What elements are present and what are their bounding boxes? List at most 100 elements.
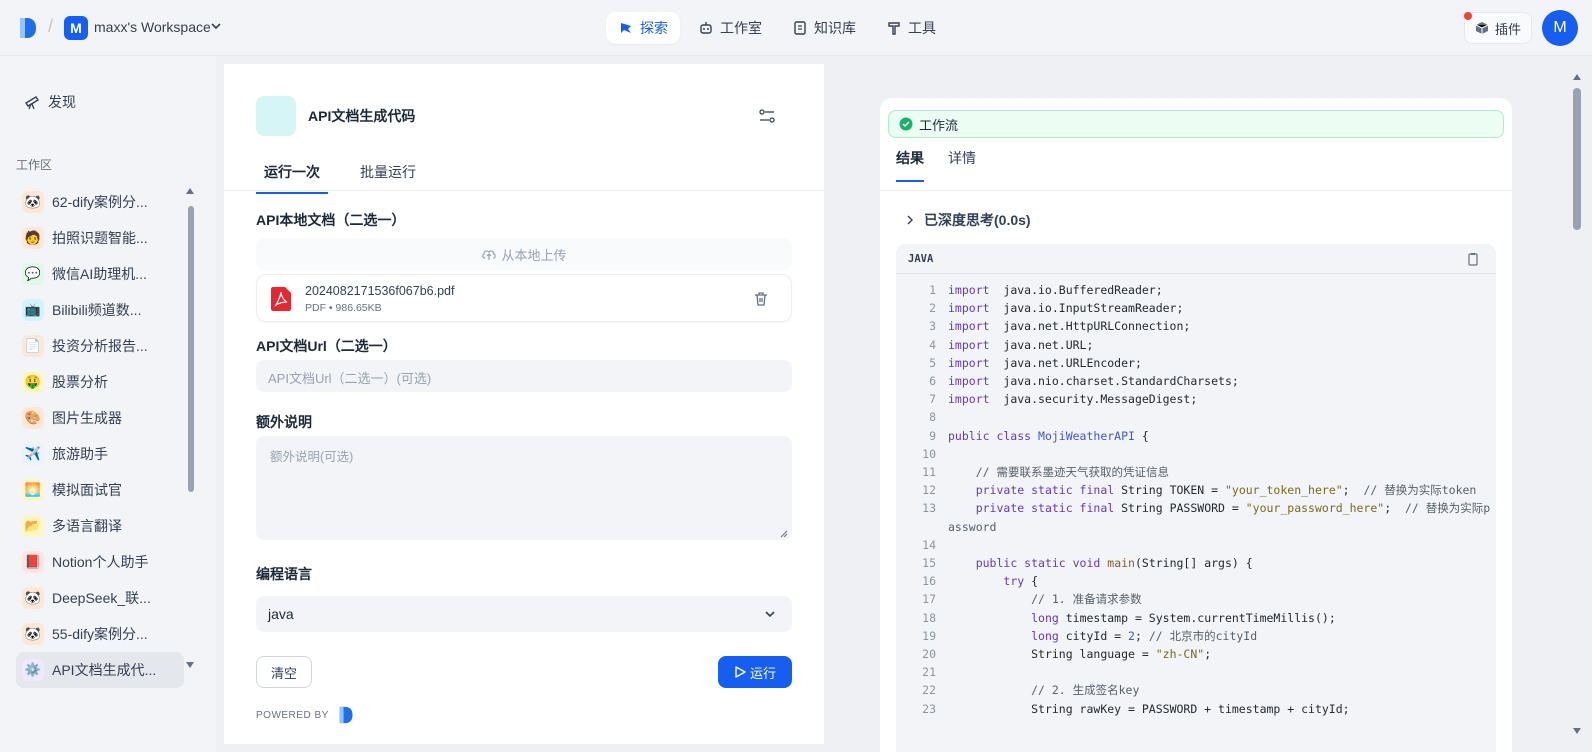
main-scrollbar[interactable] (1573, 88, 1581, 230)
code-token: public class (948, 428, 1039, 443)
app-label: 微信AI助理机... (52, 266, 147, 282)
code-token: long (948, 610, 1059, 625)
language-select[interactable]: java (256, 596, 792, 632)
code-line: 4 import java.net.URL; (896, 336, 1496, 354)
trash-icon[interactable] (753, 291, 769, 307)
nav-explore[interactable]: 探索 (606, 12, 680, 44)
sidebar-discover[interactable]: 发现 (14, 86, 86, 118)
sidebar-app-item[interactable]: 🐼 62-dify案例分... (16, 184, 184, 220)
sidebar-app-item[interactable]: 💬 微信AI助理机... (16, 256, 184, 292)
code-line: 1 import java.io.BufferedReader; (896, 281, 1496, 299)
app-label: 股票分析 (52, 374, 108, 390)
code-language: JAVA (908, 253, 934, 265)
code-line: 8 (896, 408, 1496, 426)
code-line: 6 import java.nio.charset.StandardCharset… (896, 372, 1496, 390)
dify-logo[interactable] (18, 17, 38, 39)
workspace-avatar[interactable]: M (64, 16, 88, 40)
pdf-file-icon (271, 287, 291, 311)
code-line: 19 long cityId = 2; // 北京市的cityId (896, 627, 1496, 645)
code-token: import (948, 337, 990, 352)
workflow-label: 工作流 (919, 117, 959, 133)
tab-result[interactable]: 结果 (896, 148, 924, 182)
tab-batch-run[interactable]: 批量运行 (352, 160, 424, 194)
resize-handle-icon[interactable] (780, 530, 788, 538)
chevron-down-icon[interactable] (210, 20, 222, 32)
extra-notes-textarea[interactable]: 额外说明(可选) (256, 436, 792, 540)
code-token: java.security.MessageDigest; (989, 392, 1198, 407)
result-panel: 工作流 结果 详情 已深度思考(0.0s) JAVA 1 import java.… (880, 98, 1512, 752)
copy-icon[interactable] (1466, 252, 1480, 266)
chat-icon: 💬 (22, 263, 44, 285)
sidebar-app-item[interactable]: 📕 Notion个人助手 (16, 544, 184, 580)
cloud-upload-icon (482, 250, 497, 260)
sidebar-app-item[interactable]: 📺 Bilibili频道数... (16, 292, 184, 328)
thinking-toggle[interactable]: 已深度思考(0.0s) (906, 210, 1031, 230)
scroll-up-arrow[interactable] (186, 188, 194, 194)
code-token: "your_password_here" (1245, 501, 1385, 516)
scroll-down-arrow[interactable] (1573, 728, 1581, 734)
money-face-icon: 🤑 (22, 371, 44, 393)
hammer-icon (888, 22, 900, 35)
scroll-up-arrow[interactable] (1573, 74, 1581, 80)
sidebar-app-item[interactable]: ✈️ 旅游助手 (16, 436, 184, 472)
sidebar-app-item[interactable]: 🧑 拍照识题智能... (16, 220, 184, 256)
nav-knowledge[interactable]: 知识库 (780, 12, 868, 44)
line-number: 14 (922, 537, 936, 552)
upload-label: 从本地上传 (501, 247, 567, 263)
sidebar-app-item[interactable]: 🤑 股票分析 (16, 364, 184, 400)
scroll-down-arrow[interactable] (186, 662, 194, 668)
student-icon: 🧑 (22, 227, 44, 249)
sidebar: 发现 工作区 🐼 62-dify案例分... 🧑 拍照识题智能... 💬 微信AI助理… (0, 56, 216, 752)
main-nav: 探索 工作室 知识库 工具 (606, 12, 948, 44)
doc-url-input[interactable]: API文档Url（二选一）(可选) (256, 360, 792, 392)
app-label: 旅游助手 (52, 446, 108, 462)
clear-button[interactable]: 清空 (256, 656, 312, 688)
workflow-status-badge[interactable]: 工作流 (888, 110, 1504, 138)
sidebar-app-item[interactable]: 📄 投资分析报告... (16, 328, 184, 364)
app-label: API文档生成代... (52, 662, 157, 678)
language-label: 编程语言 (256, 566, 312, 582)
palette-icon: 🎨 (22, 407, 44, 429)
code-line: 9 public class MojiWeatherAPI { (896, 427, 1496, 445)
sidebar-app-item[interactable]: 📂 多语言翻译 (16, 508, 184, 544)
uploaded-file-card: 2024082171536f067b6.pdf PDF • 986.65KB (256, 274, 792, 322)
workspace-section-label: 工作区 (16, 158, 53, 172)
user-avatar[interactable]: M (1542, 10, 1578, 46)
tab-run-once[interactable]: 运行一次 (256, 160, 328, 194)
robot-icon (700, 22, 712, 34)
line-number: 20 (922, 647, 936, 662)
discover-label: 发现 (48, 94, 76, 110)
code-line: 17 // 1. 准备请求参数 (896, 590, 1496, 608)
app-label: 图片生成器 (52, 410, 122, 426)
code-token: 2 (1128, 628, 1135, 643)
doc-url-label: API文档Url（二选一） (256, 338, 397, 354)
nav-tools[interactable]: 工具 (874, 12, 948, 44)
workspace-name[interactable]: maxx's Workspace (94, 19, 211, 35)
powered-by: POWERED BY (256, 706, 355, 724)
code-token: java.io.InputStreamReader; (989, 301, 1184, 316)
code-content: 1 import java.io.BufferedReader; 2 import j… (896, 281, 1496, 718)
tab-details[interactable]: 详情 (948, 148, 976, 182)
red-book-icon: 📕 (22, 551, 44, 573)
code-token: java.nio.charset.StandardCharsets; (989, 374, 1239, 389)
divider (224, 190, 824, 191)
nav-studio[interactable]: 工作室 (686, 12, 774, 44)
line-number: 17 (922, 592, 936, 607)
code-token: main (1107, 556, 1135, 570)
settings-sliders-icon[interactable] (758, 108, 776, 124)
run-button[interactable]: 运行 (718, 656, 792, 688)
sidebar-app-item[interactable]: 🎨 图片生成器 (16, 400, 184, 436)
plugins-button[interactable]: 插件 (1464, 12, 1532, 44)
upload-local-button[interactable]: 从本地上传 (256, 238, 792, 270)
code-token: String TOKEN = (1121, 483, 1225, 498)
sidebar-app-item[interactable]: 🐼 DeepSeek_联... (16, 580, 184, 616)
sidebar-scrollbar[interactable] (188, 206, 194, 492)
sidebar-app-item[interactable]: 🐼 55-dify案例分... (16, 616, 184, 652)
sidebar-app-item[interactable]: 🌅 模拟面试官 (16, 472, 184, 508)
code-token: java.net.URLEncoder; (989, 355, 1142, 370)
telescope-icon (25, 96, 39, 110)
sidebar-app-item-active[interactable]: ⚙️ API文档生成代... (16, 652, 184, 688)
code-token: ; (1384, 501, 1405, 516)
chevron-right-icon (907, 215, 913, 225)
line-number: 23 (922, 701, 936, 716)
